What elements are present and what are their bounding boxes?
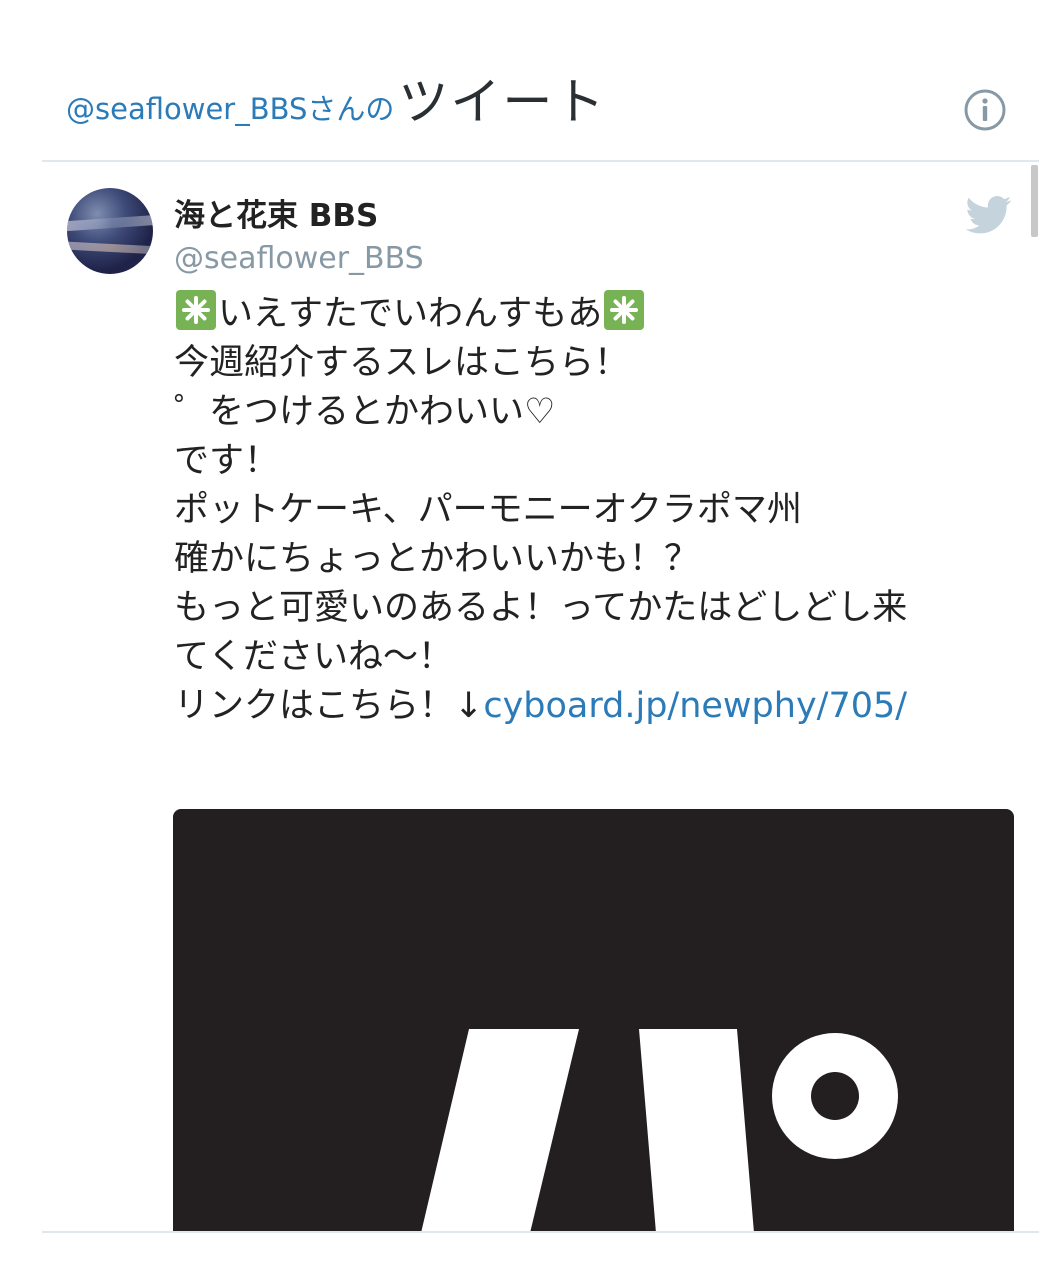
tweet-line-1: いえすたでいわんすもあ <box>174 290 1014 339</box>
tweet-line-5: ポットケーキ、パーモニーオクラポマ州 <box>174 490 802 530</box>
widget-header: @seaflower_BBS さんの ツイート <box>66 62 606 142</box>
tweet-screen-name[interactable]: @seaflower_BBS <box>174 241 424 276</box>
scrollbar-thumb[interactable] <box>1031 165 1038 237</box>
tweet-line-4: です！ <box>174 441 280 481</box>
tweet-line-2: 今週紹介するスレはこちら！ <box>174 343 630 383</box>
header-handle-suffix: さんの <box>307 92 395 126</box>
info-icon[interactable] <box>963 88 1007 132</box>
avatar[interactable] <box>67 188 153 274</box>
header-title: ツイート <box>398 73 607 131</box>
sparkle-emoji-icon <box>176 290 216 330</box>
tweet-line-7: もっと可愛いのあるよ！ってかたはどしどし来 <box>174 588 908 628</box>
tweet-line-1-text: いえすたでいわんすもあ <box>218 294 603 334</box>
tweet-link[interactable]: cyboard.jp/newphy/705/ <box>483 686 907 726</box>
media-image[interactable] <box>173 809 1014 1233</box>
sparkle-emoji-icon <box>604 290 645 330</box>
footer-divider <box>42 1231 1039 1233</box>
tweet-line-9: リンクはこちら！↓cyboard.jp/newphy/705/ <box>174 682 1014 731</box>
tweet-line-3: ゜をつけるとかわいい♡ <box>174 392 556 432</box>
twitter-bird-icon[interactable] <box>966 195 1012 235</box>
header-handle-link[interactable]: @seaflower_BBS <box>66 92 307 126</box>
tweet-line-8: てくださいね〜！ <box>174 637 453 677</box>
tweet-line-6: 確かにちょっとかわいいかも！？ <box>174 539 700 579</box>
tweet-text: いえすたでいわんすもあ 今週紹介するスレはこちら！ ゜をつけるとかわいい♡ です… <box>174 290 1014 731</box>
media-logo-graphic <box>421 1029 898 1233</box>
header-divider <box>42 160 1039 162</box>
tweet-display-name[interactable]: 海と花束 BBS <box>174 190 378 235</box>
tweet-line-9-text: リンクはこちら！↓ <box>174 686 484 726</box>
